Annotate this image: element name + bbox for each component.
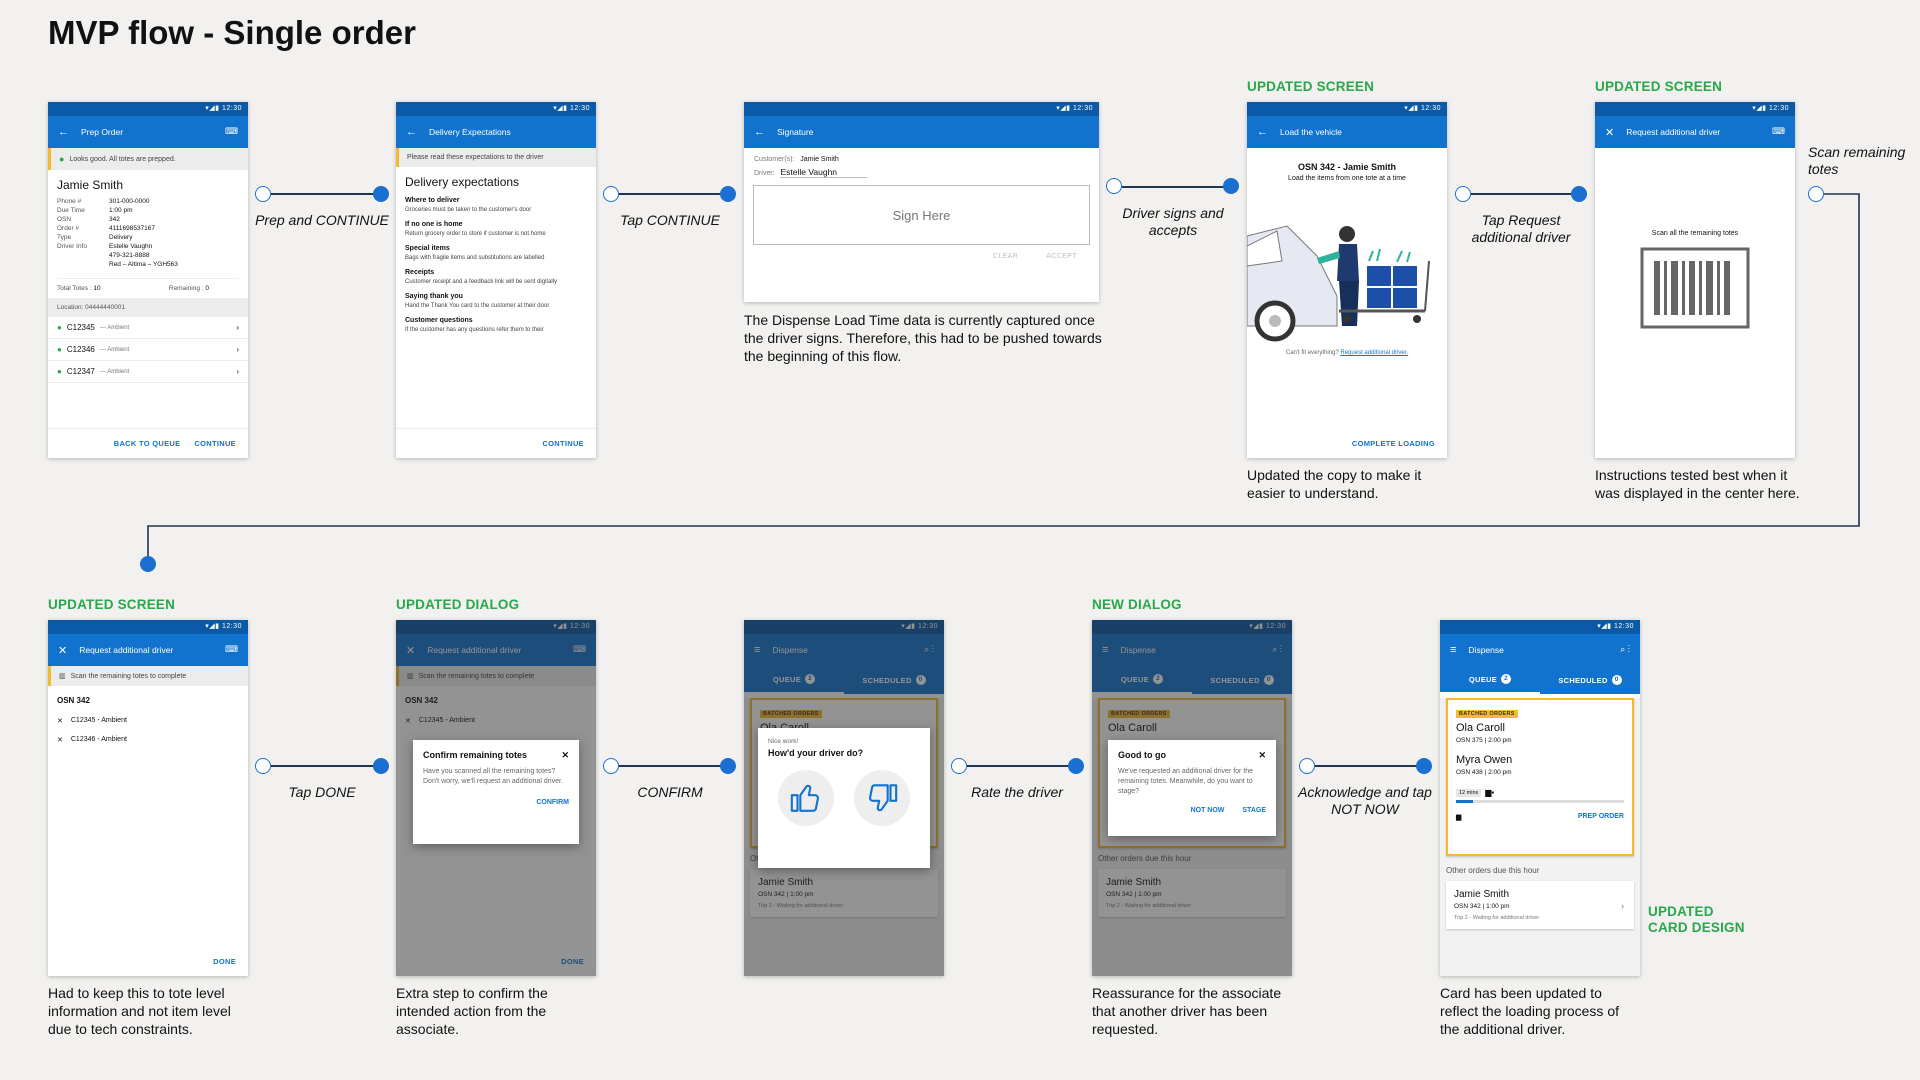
good-to-go-dialog: Good to go ✕ We've requested an addition… [1108, 740, 1276, 836]
section-header: Other orders due this hour [1446, 866, 1540, 875]
confirm-button[interactable]: CONFIRM [423, 799, 569, 806]
remaining-totes: OSN 342 ✕ C12345 - Ambient ✕ C12346 - Ambi… [48, 686, 248, 744]
app-bar: ✕ Request additional driver ⌨ [48, 634, 248, 666]
flow-label: CONFIRM [637, 784, 703, 800]
note-confirm: Extra step to confirm the intended actio… [396, 985, 548, 1037]
status-bar: ▾◢▮ 12:30 [1440, 620, 1640, 634]
dialog-buttons: NOT NOW STAGE [1118, 807, 1266, 814]
not-now-button[interactable]: NOT NOW [1191, 807, 1225, 814]
load-progress [1456, 800, 1624, 803]
batched-card[interactable]: BATCHED ORDERS Ola Caroll OSN 375 | 2:00… [1446, 698, 1634, 856]
app-bar-title: Request additional driver [79, 645, 174, 655]
flow-node [373, 758, 389, 774]
truck-icon: ▆ [1456, 814, 1462, 821]
tab-scheduled[interactable]: SCHEDULED0 [1540, 666, 1640, 694]
rating-dialog: Nice work! How'd your driver do? [758, 728, 930, 868]
dialog-title: How'd your driver do? [768, 748, 864, 758]
menu-icon[interactable]: ≡ [1450, 644, 1456, 656]
flow-line [271, 765, 381, 767]
screen-updated-card: ▾◢▮ 12:30 ≡ Dispense ⌕ ⋮ QUEUE 2 SCHEDULE… [1440, 620, 1640, 976]
screen-rate-driver: ▾◢▮ 12:30 ≡ Dispense ⌕ ⋮ QUEUE2 SCHEDULE… [744, 620, 944, 976]
flow-line [619, 765, 727, 767]
load-timer: 12 mins ▆▪ [1456, 788, 1624, 797]
scan-banner: ▥Scan the remaining totes to complete [48, 666, 248, 686]
tag-new-dialog: NEW DIALOG [1092, 597, 1182, 612]
done-button[interactable]: DONE [213, 957, 236, 966]
status-bar: ▾◢▮ 12:30 [48, 620, 248, 634]
chevron-right-icon: › [1621, 901, 1624, 911]
close-icon[interactable]: ✕ [58, 644, 67, 657]
dialog-body: We've requested an additional driver for… [1118, 768, 1254, 795]
queue-content: BATCHED ORDERS Ola Caroll OSN 375 | 2:00… [1440, 698, 1640, 976]
confirm-dialog: Confirm remaining totes ✕ Have you scann… [413, 740, 579, 844]
dialog-header: Confirm remaining totes ✕ [423, 750, 569, 761]
note-request-driver: Had to keep this to tote level informati… [48, 985, 231, 1037]
flow-node [255, 758, 271, 774]
keyboard-icon[interactable]: ⌨ [225, 644, 238, 655]
screen-confirm-totes: ▾◢▮ 12:30 ✕ Request additional driver ⌨ … [396, 620, 596, 976]
flow-node [720, 758, 736, 774]
flow-node [951, 758, 967, 774]
flow-line [967, 765, 1075, 767]
dialog-body: Have you scanned all the remaining totes… [423, 768, 563, 785]
flow-label: Acknowledge and tap NOT NOW [1298, 784, 1432, 817]
app-bar-title: Dispense [1468, 645, 1504, 655]
tab-queue[interactable]: QUEUE2 [1440, 666, 1540, 694]
flow-label: Rate the driver [971, 784, 1063, 800]
x-icon: ✕ [57, 718, 63, 725]
app-bar: ≡ Dispense ⌕ ⋮ [1440, 634, 1640, 666]
screen-good-to-go: ▾◢▮ 12:30 ≡ Dispense ⌕ ⋮ QUEUE2 SCHEDULE… [1092, 620, 1292, 976]
osn-label: OSN 342 [57, 696, 90, 705]
note-updated-card: Card has been updated to reflect the loa… [1440, 985, 1619, 1037]
screen-request-driver-list: ▾◢▮ 12:30 ✕ Request additional driver ⌨ … [48, 620, 248, 976]
dialog-title: Confirm remaining totes [423, 750, 528, 760]
close-icon[interactable]: ✕ [1258, 750, 1266, 761]
card-footer: ▆ PREP ORDER [1456, 813, 1624, 821]
tab-bar: QUEUE2 SCHEDULED0 [1440, 666, 1640, 694]
stage-button[interactable]: STAGE [1242, 807, 1266, 814]
tote-row: ✕C12345 - Ambient [57, 717, 127, 725]
search-icon[interactable]: ⌕ ⋮ [1620, 644, 1630, 655]
dialog-header: Good to go ✕ [1118, 750, 1266, 761]
tag-updated-dialog: UPDATED DIALOG [396, 597, 520, 612]
note-good-to-go: Reassurance for the associate that anoth… [1092, 985, 1282, 1037]
flow-node [1068, 758, 1084, 774]
thumbs-down-icon[interactable] [854, 770, 910, 826]
thumbs-up-icon[interactable] [778, 770, 834, 826]
flow-node [1416, 758, 1432, 774]
tag-updated-screen: UPDATED SCREEN [48, 597, 176, 612]
truck-icon: ▆▪ [1485, 788, 1495, 797]
barcode-icon: ▥ [59, 673, 66, 680]
flow-node [140, 556, 156, 572]
order-card[interactable]: Jamie Smith OSN 342 | 1:00 pm Trip 2 - W… [1446, 881, 1634, 929]
flow-node [1299, 758, 1315, 774]
flow-label: Tap DONE [288, 784, 356, 800]
flow-node [603, 758, 619, 774]
tote-row: ✕ C12346 - Ambient [57, 736, 127, 744]
button-row: DONE [48, 946, 248, 976]
tag-updated-card: UPDATED CARD DESIGN [1648, 904, 1745, 935]
x-icon: ✕ [57, 737, 63, 744]
close-icon[interactable]: ✕ [561, 750, 569, 761]
prep-order-button[interactable]: PREP ORDER [1578, 813, 1624, 821]
dialog-title: Good to go [1118, 750, 1166, 760]
dialog-caption: Nice work! [768, 738, 799, 745]
rating-options [768, 770, 920, 826]
flow-line [1315, 765, 1423, 767]
